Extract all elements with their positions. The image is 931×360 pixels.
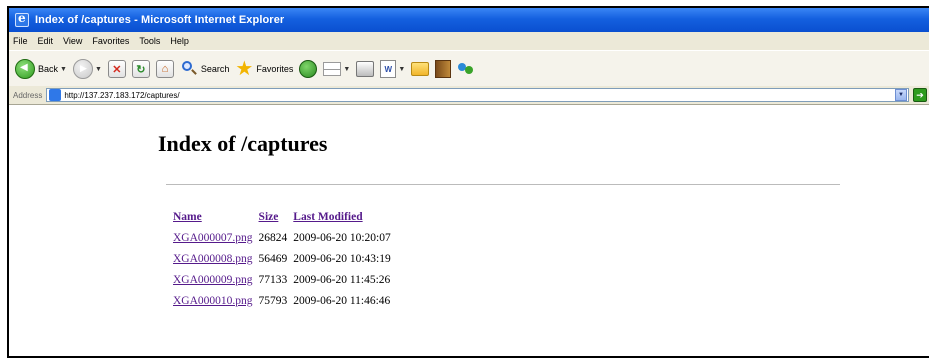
table-row: XGA000010.png 75793 2009-06-20 11:46:46 [170, 290, 394, 311]
menu-bar: File Edit View Favorites Tools Help [9, 32, 929, 50]
sort-by-name-link[interactable]: Name [173, 211, 202, 223]
go-button[interactable]: ➔ [913, 88, 927, 102]
research-button[interactable] [435, 60, 452, 78]
table-row: XGA000007.png 26824 2009-06-20 10:20:07 [170, 227, 394, 248]
back-label: Back [38, 64, 59, 74]
title-bar: Index of /captures - Microsoft Internet … [9, 8, 929, 32]
column-name[interactable]: Name [170, 206, 256, 227]
chevron-down-icon[interactable]: ▼ [95, 66, 102, 73]
browser-window: Index of /captures - Microsoft Internet … [7, 6, 929, 358]
back-button[interactable]: Back ▼ [15, 59, 67, 79]
window-title: Index of /captures - Microsoft Internet … [35, 14, 285, 26]
column-modified[interactable]: Last Modified [290, 206, 393, 227]
home-icon: ⌂ [155, 60, 174, 78]
folder-button[interactable] [411, 62, 430, 76]
address-label: Address [13, 90, 43, 100]
file-modified: 2009-06-20 11:46:46 [293, 294, 391, 307]
divider [166, 184, 840, 185]
messenger-button[interactable] [457, 60, 475, 78]
menu-favorites[interactable]: Favorites [92, 36, 129, 46]
menu-file[interactable]: File [13, 36, 28, 46]
chevron-down-icon[interactable]: ▼ [398, 66, 405, 73]
refresh-icon: ↻ [131, 60, 150, 78]
chevron-down-icon[interactable]: ▼ [343, 66, 350, 73]
history-icon [299, 60, 318, 78]
page-title: Index of /captures [158, 131, 328, 156]
edit-button[interactable]: W ▼ [380, 60, 405, 78]
table-row: XGA000009.png 77133 2009-06-20 11:45:26 [170, 269, 394, 290]
page-icon [49, 89, 62, 101]
file-link[interactable]: XGA000008.png [173, 253, 253, 265]
favorites-button[interactable]: ★ Favorites [235, 58, 294, 80]
menu-view[interactable]: View [63, 36, 82, 46]
ie-icon [15, 11, 29, 27]
sort-by-size-link[interactable]: Size [259, 211, 279, 223]
stop-icon: ✕ [107, 60, 126, 78]
search-icon [180, 60, 198, 78]
file-size: 75793 [258, 294, 288, 307]
home-button[interactable]: ⌂ [155, 60, 174, 78]
file-size: 77133 [258, 273, 288, 286]
search-button[interactable]: Search [180, 60, 230, 78]
file-link[interactable]: XGA000009.png [173, 274, 253, 286]
file-modified: 2009-06-20 11:45:26 [293, 273, 391, 286]
back-arrow-icon [15, 59, 35, 79]
file-size: 26824 [258, 231, 288, 244]
address-value[interactable]: http://137.237.183.172/captures/ [64, 91, 179, 100]
book-icon [435, 60, 452, 78]
menu-tools[interactable]: Tools [139, 36, 160, 46]
menu-help[interactable]: Help [170, 36, 189, 46]
folder-icon [411, 62, 430, 76]
menu-edit[interactable]: Edit [38, 36, 54, 46]
history-button[interactable] [299, 60, 318, 78]
print-button[interactable] [356, 61, 375, 77]
table-header: Name Size Last Modified [170, 206, 394, 227]
forward-arrow-icon [72, 59, 93, 79]
toolbar: Back ▼ ▼ ✕ ↻ ⌂ Search ★ Favorites ▼ [9, 50, 929, 88]
sort-by-modified-link[interactable]: Last Modified [293, 211, 362, 223]
mail-button[interactable]: ▼ [323, 62, 350, 76]
column-size[interactable]: Size [256, 206, 291, 227]
favorites-label: Favorites [256, 64, 294, 74]
file-listing: Name Size Last Modified XGA000007.png 26… [170, 206, 394, 311]
printer-icon [356, 61, 375, 77]
file-modified: 2009-06-20 10:20:07 [293, 231, 391, 244]
address-input[interactable]: http://137.237.183.172/captures/ ▼ [46, 88, 909, 102]
file-modified: 2009-06-20 10:43:19 [293, 252, 391, 265]
forward-button[interactable]: ▼ [72, 59, 102, 79]
chevron-down-icon[interactable]: ▼ [895, 89, 907, 101]
messenger-icon [457, 60, 475, 78]
search-label: Search [200, 64, 230, 74]
mail-icon [323, 62, 342, 76]
word-doc-icon: W [380, 60, 397, 78]
file-link[interactable]: XGA000007.png [173, 232, 253, 244]
chevron-down-icon[interactable]: ▼ [60, 66, 67, 73]
table-row: XGA000008.png 56469 2009-06-20 10:43:19 [170, 248, 394, 269]
file-size: 56469 [258, 252, 288, 265]
stop-button[interactable]: ✕ [107, 60, 126, 78]
page-content: Index of /captures Name Size Last Modifi… [9, 105, 929, 356]
refresh-button[interactable]: ↻ [131, 60, 150, 78]
star-icon: ★ [235, 58, 254, 80]
address-bar: Address http://137.237.183.172/captures/… [9, 86, 929, 105]
file-link[interactable]: XGA000010.png [173, 295, 253, 307]
